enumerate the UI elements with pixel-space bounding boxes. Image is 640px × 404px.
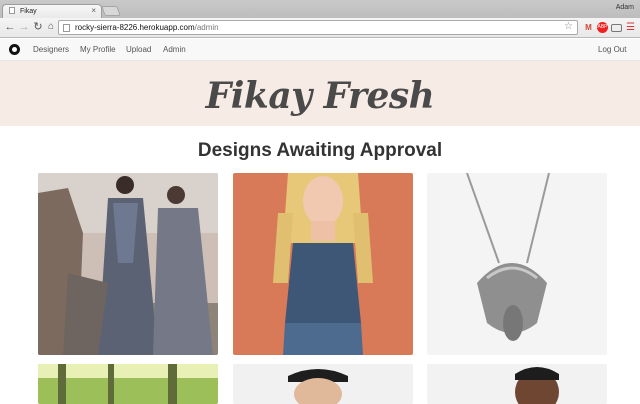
nav-admin[interactable]: Admin xyxy=(163,45,186,54)
profile-name[interactable]: Adam xyxy=(616,4,634,11)
design-card-beaded-top[interactable] xyxy=(233,173,413,355)
address-bar[interactable]: rocky-sierra-8226.herokuapp.com/admin ☆ xyxy=(58,20,578,35)
new-tab-button[interactable] xyxy=(101,6,121,16)
design-image-beaded-top xyxy=(233,173,413,355)
gmail-icon[interactable]: M xyxy=(583,22,594,33)
browser-tab[interactable]: Fikay × xyxy=(2,4,102,18)
design-image-man-portrait xyxy=(427,364,607,404)
design-card-eagle-necklace[interactable] xyxy=(427,173,607,355)
url-path: /admin xyxy=(194,23,219,32)
adblock-icon[interactable]: ABP xyxy=(597,22,608,33)
brand-logo-icon[interactable] xyxy=(9,44,20,55)
hero-banner: Fikay Fresh xyxy=(0,61,640,126)
menu-icon[interactable]: ☰ xyxy=(625,22,636,33)
design-card-lace-gowns[interactable] xyxy=(38,173,218,355)
page-favicon-icon xyxy=(9,7,15,14)
tab-close-icon[interactable]: × xyxy=(91,6,96,15)
browser-toolbar: ← → ↻ ⌂ rocky-sierra-8226.herokuapp.com/… xyxy=(0,18,640,38)
home-icon[interactable]: ⌂ xyxy=(44,20,58,34)
reload-icon[interactable]: ↻ xyxy=(31,20,45,34)
url-host: rocky-sierra-8226.herokuapp.com xyxy=(75,23,195,32)
tab-title: Fikay xyxy=(19,8,37,15)
page-heading: Designs Awaiting Approval xyxy=(197,140,443,161)
design-image-forest xyxy=(38,364,218,404)
nav-my-profile[interactable]: My Profile xyxy=(80,45,116,54)
nav-logout[interactable]: Log Out xyxy=(598,45,626,54)
design-image-lace-gowns xyxy=(38,173,218,355)
design-image-eagle-necklace xyxy=(427,173,607,355)
page-icon xyxy=(63,24,70,32)
forward-arrow-icon[interactable]: → xyxy=(17,20,31,34)
design-image-man-cap xyxy=(233,364,413,404)
design-card-man-portrait[interactable] xyxy=(427,364,607,404)
app-navbar: Designers My Profile Upload Admin Log Ou… xyxy=(0,39,640,61)
site-title: Fikay Fresh xyxy=(205,75,435,117)
nav-upload[interactable]: Upload xyxy=(126,45,151,54)
design-card-forest[interactable] xyxy=(38,364,218,404)
design-card-man-cap[interactable] xyxy=(233,364,413,404)
browser-tab-strip: Fikay × Adam xyxy=(0,0,640,18)
bookmark-star-icon[interactable]: ☆ xyxy=(564,21,573,32)
nav-designers[interactable]: Designers xyxy=(33,45,69,54)
back-arrow-icon[interactable]: ← xyxy=(3,20,17,34)
cast-icon[interactable] xyxy=(611,24,622,32)
